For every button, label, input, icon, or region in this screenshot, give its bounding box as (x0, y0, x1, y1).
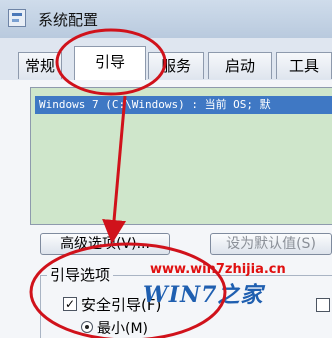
check-icon: ✓ (64, 297, 76, 311)
safe-boot-checkbox[interactable]: ✓ (63, 297, 77, 311)
tab-boot[interactable]: 引导 (74, 46, 146, 80)
tab-general[interactable]: 常规 (18, 52, 62, 79)
window-title: 系统配置 (38, 11, 99, 29)
os-list-item[interactable]: Windows 7 (C:\Windows) : 当前 OS; 默 (35, 96, 332, 114)
option-checkbox-right[interactable] (316, 298, 330, 312)
tab-strip: 常规 引导 服务 启动 工具 (0, 38, 332, 81)
tab-startup[interactable]: 启动 (208, 52, 272, 79)
minimal-radio[interactable] (81, 321, 93, 333)
title-bar: 系统配置 (0, 0, 332, 38)
minimal-label: 最小(M) (97, 321, 149, 337)
boot-options-label: 引导选项 (47, 264, 114, 285)
set-default-button[interactable]: 设为默认值(S) (210, 233, 332, 255)
advanced-options-button[interactable]: 高级选项(V)... (40, 233, 170, 255)
system-config-icon (8, 9, 26, 27)
os-list[interactable]: Windows 7 (C:\Windows) : 当前 OS; 默 (30, 87, 332, 225)
watermark-url: www.win7zhijia.cn (150, 262, 286, 277)
tab-services[interactable]: 服务 (148, 52, 204, 79)
tab-tools[interactable]: 工具 (276, 52, 332, 79)
watermark-logo: WIN7之家 (143, 282, 264, 308)
